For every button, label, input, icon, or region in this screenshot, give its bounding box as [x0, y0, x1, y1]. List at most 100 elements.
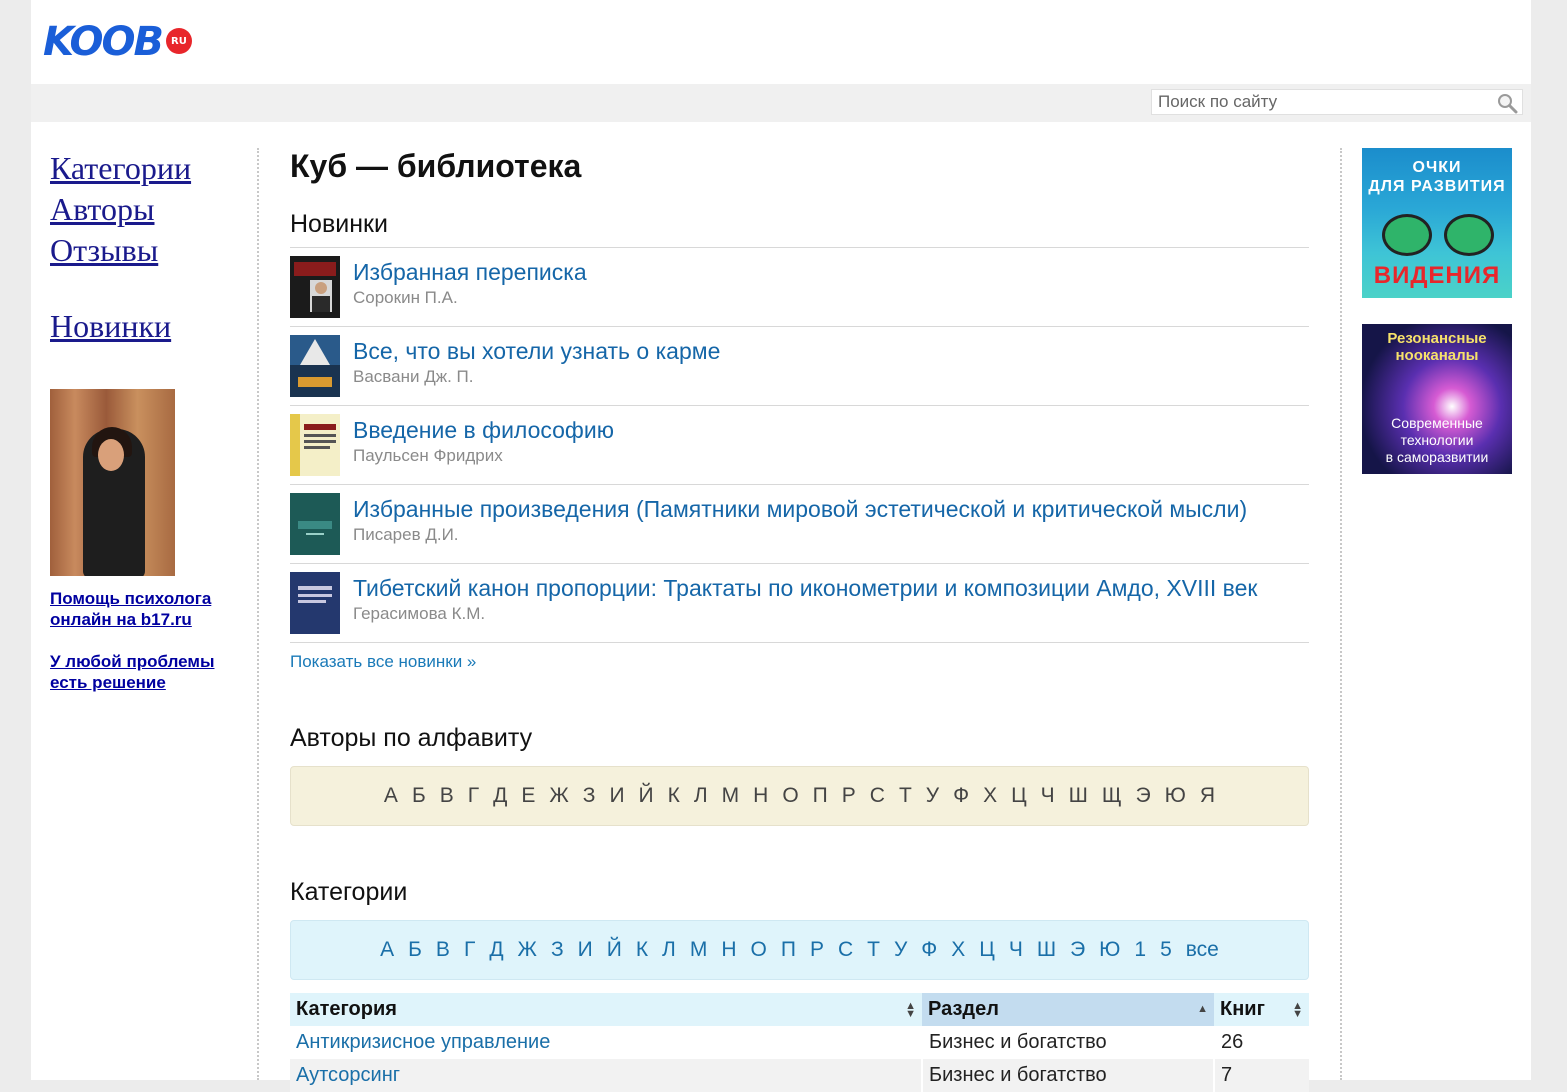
ad-banner-noochannels[interactable]: Резонансные нооканалы Современные технолог…	[1362, 324, 1512, 474]
author-letter-link[interactable]: Ч	[1041, 784, 1055, 808]
book-title[interactable]: Избранная переписка	[353, 258, 587, 286]
nav-new-link[interactable]: Новинки	[50, 306, 240, 347]
author-letter-link[interactable]: Ж	[549, 784, 568, 808]
category-letter-link[interactable]: Р	[810, 938, 824, 962]
authors-heading: Авторы по алфавиту	[290, 724, 533, 752]
book-title[interactable]: Тибетский канон пропорции: Трактаты по и…	[353, 574, 1257, 602]
column-header-count[interactable]: Книг ▲ ▼	[1214, 993, 1309, 1026]
sort-icon: ▲ ▼	[1292, 1000, 1303, 1020]
nav-reviews-link[interactable]: Отзывы	[50, 230, 240, 271]
psychologist-help-link[interactable]: Помощь психолога онлайн на b17.ru	[50, 588, 240, 630]
category-letter-link[interactable]: Ш	[1037, 938, 1056, 962]
author-letter-link[interactable]: И	[609, 784, 624, 808]
column-header-category[interactable]: Категория ▲ ▼	[290, 993, 922, 1026]
author-letter-link[interactable]: Ю	[1165, 784, 1186, 808]
author-letter-link[interactable]: В	[440, 784, 454, 808]
book-title[interactable]: Все, что вы хотели узнать о карме	[353, 337, 720, 365]
category-letter-link[interactable]: Л	[662, 938, 676, 962]
category-letter-link[interactable]: все	[1186, 938, 1219, 962]
category-letter-link[interactable]: Э	[1070, 938, 1085, 962]
category-letter-link[interactable]: Ж	[518, 938, 537, 962]
book-title[interactable]: Введение в философию	[353, 416, 614, 444]
book-author[interactable]: Сорокин П.А.	[353, 286, 587, 310]
author-letter-link[interactable]: У	[926, 784, 939, 808]
author-letter-link[interactable]: З	[583, 784, 596, 808]
show-all-new-link[interactable]: Показать все новинки »	[290, 652, 1309, 672]
category-letter-link[interactable]: С	[838, 938, 853, 962]
book-author[interactable]: Писарев Д.И.	[353, 523, 1247, 547]
book-author[interactable]: Герасимова К.М.	[353, 602, 1257, 626]
book-cover[interactable]	[290, 256, 340, 318]
column-header-section[interactable]: Раздел ▲	[922, 993, 1214, 1026]
search-input[interactable]	[1152, 90, 1494, 114]
category-letter-link[interactable]: И	[578, 938, 593, 962]
author-letter-link[interactable]: П	[813, 784, 828, 808]
ad-banner-vision-glasses[interactable]: ОЧКИ ДЛЯ РАЗВИТИЯ ВИДЕНИЯ	[1362, 148, 1512, 298]
category-letter-link[interactable]: Ф	[921, 938, 937, 962]
category-letter-link[interactable]: Й	[607, 938, 622, 962]
category-letter-link[interactable]: Ю	[1099, 938, 1120, 962]
author-letter-link[interactable]: К	[668, 784, 680, 808]
author-letter-link[interactable]: Й	[639, 784, 654, 808]
author-letter-link[interactable]: Р	[842, 784, 856, 808]
category-letter-link[interactable]: 5	[1160, 938, 1172, 962]
author-letter-link[interactable]: О	[782, 784, 798, 808]
book-author[interactable]: Васвани Дж. П.	[353, 365, 720, 389]
new-books-heading: Новинки	[290, 210, 1309, 248]
category-letter-link[interactable]: Т	[867, 938, 880, 962]
sort-icon: ▲ ▼	[905, 1000, 916, 1020]
author-letter-link[interactable]: Ц	[1011, 784, 1027, 808]
author-letter-link[interactable]: Е	[521, 784, 535, 808]
author-letter-link[interactable]: Ш	[1069, 784, 1088, 808]
site-logo[interactable]: KOOB RU	[43, 22, 192, 62]
book-cover[interactable]	[290, 335, 340, 397]
problem-solution-link[interactable]: У любой проблемы есть решение	[50, 651, 240, 693]
category-name-link[interactable]: Аутсорсинг	[290, 1059, 922, 1092]
author-letter-link[interactable]: Г	[468, 784, 479, 808]
right-divider	[1340, 148, 1342, 1080]
category-name-link[interactable]: Антикризисное управление	[290, 1026, 922, 1059]
author-letter-link[interactable]: М	[722, 784, 740, 808]
category-letter-link[interactable]: В	[436, 938, 450, 962]
author-letter-link[interactable]: А	[384, 784, 398, 808]
book-cover[interactable]	[290, 572, 340, 634]
category-letter-link[interactable]: А	[380, 938, 394, 962]
category-letter-link[interactable]: О	[751, 938, 767, 962]
author-letter-link[interactable]: Х	[983, 784, 997, 808]
category-letter-link[interactable]: 1	[1134, 938, 1146, 962]
categories-table: Категория ▲ ▼ Раздел ▲ Книг ▲ ▼ Антикризис…	[290, 993, 1309, 1092]
category-letter-link[interactable]: Ц	[979, 938, 995, 962]
author-letter-link[interactable]: С	[870, 784, 885, 808]
glasses-lens-icon	[1444, 214, 1494, 256]
category-letter-link[interactable]: К	[636, 938, 648, 962]
category-letter-link[interactable]: Г	[464, 938, 475, 962]
category-letter-link[interactable]: П	[781, 938, 796, 962]
section-cell: Бизнес и богатство	[921, 1026, 1214, 1059]
psychologist-photo[interactable]	[50, 389, 175, 576]
author-letter-link[interactable]: Б	[412, 784, 426, 808]
author-letter-link[interactable]: Л	[694, 784, 708, 808]
book-cover[interactable]	[290, 414, 340, 476]
author-letter-link[interactable]: Д	[493, 784, 507, 808]
category-letter-link[interactable]: Х	[951, 938, 965, 962]
author-letter-link[interactable]: Н	[753, 784, 768, 808]
book-title[interactable]: Избранные произведения (Памятники мирово…	[353, 495, 1247, 523]
nav-categories-link[interactable]: Категории	[50, 148, 240, 189]
author-letter-link[interactable]: Т	[899, 784, 912, 808]
author-letter-link[interactable]: Щ	[1102, 784, 1122, 808]
sort-asc-icon: ▲	[1197, 1003, 1208, 1015]
category-letter-link[interactable]: Д	[489, 938, 503, 962]
book-author[interactable]: Паульсен Фридрих	[353, 444, 614, 468]
author-letter-link[interactable]: Я	[1200, 784, 1215, 808]
category-letter-link[interactable]: Б	[408, 938, 422, 962]
book-cover[interactable]	[290, 493, 340, 555]
category-letter-link[interactable]: М	[690, 938, 708, 962]
category-letter-link[interactable]: Н	[721, 938, 736, 962]
author-letter-link[interactable]: Ф	[953, 784, 969, 808]
category-letter-link[interactable]: Ч	[1009, 938, 1023, 962]
search-icon[interactable]	[1496, 92, 1518, 114]
author-letter-link[interactable]: Э	[1136, 784, 1151, 808]
nav-authors-link[interactable]: Авторы	[50, 189, 240, 230]
category-letter-link[interactable]: У	[894, 938, 907, 962]
category-letter-link[interactable]: З	[551, 938, 564, 962]
